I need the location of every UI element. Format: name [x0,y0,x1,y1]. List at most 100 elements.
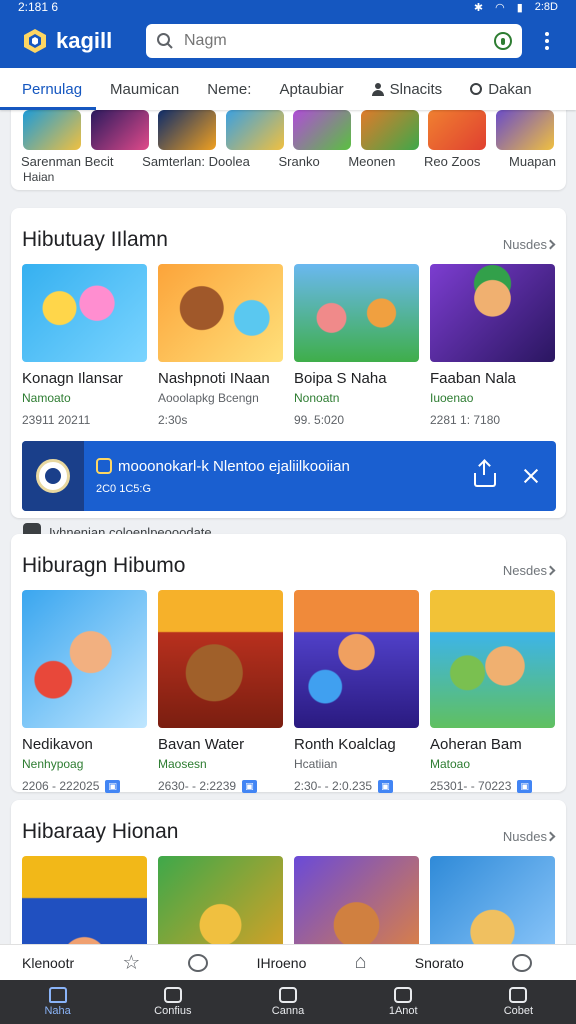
tab-1[interactable]: Maumican [96,68,193,110]
game-tile[interactable]: Konagn Ilansar Namoato 23911 20211 [22,264,147,427]
game-thumbnail [22,264,147,362]
game-tile[interactable]: Boipa S Naha Nonoatn 99. 5:020 [294,264,419,427]
game-thumbnail [430,856,555,944]
promo-banner[interactable]: mooonokarl-k Nlentoo ejaliilkooiian 2C0 … [22,441,556,511]
top-thumb[interactable] [158,110,217,150]
promo-title: mooonokarl-k Nlentoo ejaliilkooiian [118,457,350,475]
section-title: Hibutuay IIlamn [22,228,168,251]
home-icon [48,987,67,1003]
flag-icon [163,987,182,1003]
tab-2[interactable]: Neme: [193,68,265,110]
tab-3[interactable]: Aptaubiar [265,68,357,110]
app-bar: kagill [0,14,576,68]
signal-icon: ▮ [516,1,523,14]
game-thumbnail [158,264,283,362]
game-thumbnail [158,856,283,944]
tab-4[interactable]: Slnacits [358,68,457,110]
status-right: 2:8D [534,0,558,13]
game-tile[interactable] [158,856,283,944]
game-tile[interactable]: Nedikavon Nenhypoag 2206 - 222025 ▣ [22,590,147,793]
game-tile[interactable]: Faaban Nala Iuoenao 2281 1: 7180 [430,264,555,427]
section-card-2: Hiburagn Hibumo Nesdes Nedikavon Nenhypo… [11,534,566,793]
app-badge-icon [96,458,112,474]
game-tile[interactable] [294,856,419,944]
top-strip-thumbnails [11,110,566,150]
person-icon [371,82,384,96]
game-thumbnail [294,264,419,362]
nav-confius[interactable]: Confius [115,980,230,1024]
top-thumb[interactable] [495,110,554,150]
chevron-right-icon [545,565,556,576]
game-thumbnail [430,590,555,728]
kebab-menu-icon[interactable] [534,32,560,50]
game-thumbnail [294,856,419,944]
house-icon [279,987,297,1003]
close-icon[interactable] [520,465,542,487]
hexagon-logo-icon [24,29,46,53]
section-header: Hiburagn Hibumo Nesdes [11,534,566,578]
section-header: Hibaraay Hionan Nusdes [11,800,566,844]
status-time: 2:181 6 [18,0,59,14]
person-outline-icon[interactable] [188,953,209,972]
section-title: Hiburagn Hibumo [22,554,186,577]
app-logo[interactable]: kagill [22,28,146,54]
game-thumbnail [430,264,555,362]
see-more-link[interactable]: Nusdes [503,829,556,844]
game-tile[interactable] [430,856,555,944]
game-grid: Nedikavon Nenhypoag 2206 - 222025 ▣ Bavan… [11,590,566,793]
top-thumb[interactable] [90,110,149,150]
see-more-link[interactable]: Nusdes [503,237,556,252]
game-thumbnail [22,590,147,728]
top-thumb[interactable] [293,110,352,150]
wifi-icon: ◠ [495,1,505,14]
tab-0[interactable]: Pernulag [0,68,97,110]
see-more-link[interactable]: Nesdes [503,563,556,578]
nav-canna[interactable]: Canna [230,980,345,1024]
nav-home[interactable]: Naha [0,980,115,1024]
top-thumb[interactable] [360,110,419,150]
search-input[interactable] [184,32,484,50]
badge-icon: ▣ [378,779,393,793]
game-thumbnail [22,856,147,944]
game-thumbnail [294,590,419,728]
strip-label[interactable]: IHroeno [257,955,307,971]
nav-cobet[interactable]: Cobet [461,980,576,1024]
top-thumb[interactable] [428,110,487,150]
person-outline-icon[interactable] [511,953,532,972]
badge-icon: ▣ [517,779,532,793]
game-tile[interactable] [22,856,147,944]
search-bar[interactable] [146,24,522,58]
search-icon [157,33,173,49]
promo-sub: 2C0 1C5:G [96,482,152,495]
game-tile[interactable]: Aoheran Bam Matoao 25301- - 70223 ▣ [430,590,555,793]
top-thumb[interactable] [23,110,81,150]
tv-icon [394,987,413,1003]
bottom-label-strip: Klenootr ☆ IHroeno ⌂ Snorato [0,944,576,980]
strip-label[interactable]: Snorato [415,955,464,971]
top-strip-card: Sarenman Becit Samterlan: Doolea Sranko … [11,110,566,190]
star-outline-icon[interactable]: ☆ [122,950,140,975]
wallet-icon [509,987,528,1003]
category-tabs: Pernulag Maumican Neme: Aptaubiar Slnaci… [0,68,576,110]
badge-icon: ▣ [105,779,120,793]
voice-search-icon[interactable] [494,32,512,50]
tab-5[interactable]: Dakan [456,68,545,110]
top-thumb[interactable] [225,110,284,150]
promo-logo [22,441,84,511]
share-icon[interactable] [474,461,496,487]
section-card-3: Hibaraay Hionan Nusdes [11,800,566,944]
section-header: Hibutuay IIlamn Nusdes [11,208,566,252]
content-scroll[interactable]: Sarenman Becit Samterlan: Doolea Sranko … [0,110,576,944]
nav-anot[interactable]: 1Anot [346,980,461,1024]
game-tile[interactable]: Nashpnoti INaan Aooolapkg Bcengn 2:30s [158,264,283,427]
game-tile[interactable]: Bavan Water Maosesn 2630- - 2:2239 ▣ [158,590,283,793]
strip-label[interactable]: Klenootr [22,955,74,971]
chevron-right-icon [545,239,556,250]
app-name: kagill [56,28,113,53]
game-tile[interactable]: Ronth Koalclag Hcatiian 2:30- - 2:0.235 ▣ [294,590,419,793]
section-title: Hibaraay Hionan [22,820,179,843]
top-strip-sub: Haian [23,170,55,184]
game-grid [11,856,566,944]
chevron-right-icon [545,831,556,842]
house-outline-icon[interactable]: ⌂ [355,951,367,974]
